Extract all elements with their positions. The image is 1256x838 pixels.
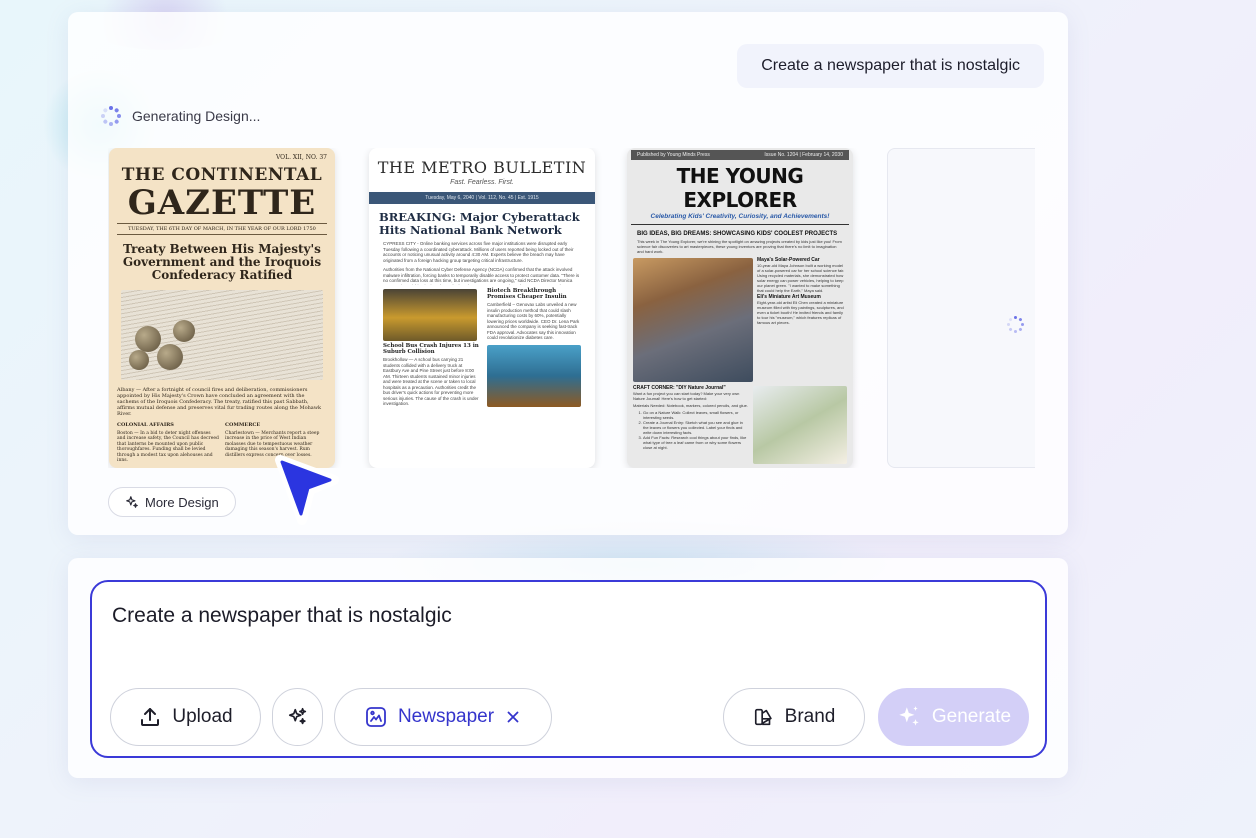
close-icon[interactable]: [504, 708, 522, 726]
prompt-bubble: Create a newspaper that is nostalgic: [737, 44, 1044, 88]
gazette-title-line1: THE CONTINENTAL: [121, 165, 323, 185]
gazette-body: Albany — After a fortnight of council fi…: [117, 387, 322, 417]
more-design-button[interactable]: More Design: [108, 487, 236, 517]
metro-story3-title: School Bus Crash Injures 13 in Suburb Co…: [383, 343, 479, 355]
metro-bus-image: [383, 289, 477, 341]
spinner-icon: [100, 105, 122, 127]
metro-vial-image: [487, 344, 581, 407]
gazette-col1-text: Boston — In a bid to deter night offense…: [117, 430, 219, 464]
more-design-label: More Design: [145, 494, 219, 510]
upload-button[interactable]: Upload: [110, 688, 261, 746]
metro-story2-title: Biotech Breakthrough Promises Cheaper In…: [487, 288, 567, 300]
magic-prompt-button[interactable]: [272, 688, 323, 746]
gazette-col1: COLONIAL AFFAIRS Boston — In a bid to det…: [117, 422, 219, 464]
design-card-gazette[interactable]: VOL. XII, NO. 37 THE CONTINENTAL GAZETTE…: [109, 148, 335, 468]
sparkle-icon: [899, 706, 919, 726]
gazette-image: [121, 290, 323, 380]
explorer-side1-text: 10-year-old Maya Johnson built a working…: [757, 263, 845, 293]
explorer-subtitle: Celebrating Kids' Creativity, Curiosity,…: [650, 213, 830, 220]
design-card-young-explorer[interactable]: Published by Young Minds Press Issue No.…: [627, 148, 853, 468]
newspaper-tag-label: Newspaper: [397, 706, 495, 727]
status-text: Generating Design...: [132, 108, 261, 124]
sparkle-icon: [126, 496, 138, 508]
metro-story2-text: Camberfield – Genovax Labs unveiled a ne…: [487, 302, 580, 340]
prompt-input[interactable]: Create a newspaper that is nostalgic: [112, 604, 452, 628]
gazette-date: TUESDAY, THE 6TH DAY OF MARCH, IN THE YE…: [117, 223, 327, 235]
explorer-craft-image: [753, 386, 847, 464]
metro-body2: Authorities from the National Cyber Defe…: [383, 267, 580, 285]
explorer-publisher: Published by Young Minds Press: [637, 152, 710, 158]
metro-dateline: Tuesday, May 6, 2040 | Vol. 112, No. 45 …: [369, 192, 595, 204]
explorer-issue: Issue No. 1204 | February 14, 2030: [764, 152, 843, 158]
generation-status: Generating Design...: [100, 105, 260, 127]
gazette-col2-title: COMMERCE: [225, 422, 261, 428]
gazette-title-line2: GAZETTE: [127, 183, 317, 223]
gazette-volume: VOL. XII, NO. 37: [275, 154, 327, 161]
upload-icon: [141, 708, 160, 726]
metro-headline: BREAKING: Major Cyberattack Hits Nationa…: [379, 210, 580, 237]
magic-wand-icon: [288, 707, 306, 725]
metro-title: THE METRO BULLETIN: [377, 158, 587, 177]
gazette-headline: Treaty Between His Majesty's Government …: [122, 242, 322, 282]
newspaper-tag-chip[interactable]: Newspaper: [334, 688, 552, 746]
prompt-input-box[interactable]: Create a newspaper that is nostalgic Upl…: [90, 580, 1047, 758]
explorer-craft-step: Add Fun Facts: Research cool things abou…: [643, 435, 749, 450]
explorer-photo: [633, 258, 753, 382]
explorer-craft-step: Create a Journal Entry: Sketch what you …: [643, 420, 749, 435]
results-panel: Create a newspaper that is nostalgic Gen…: [68, 12, 1068, 535]
metro-story3-text: Brookhollow — A school bus carrying 21 s…: [383, 357, 479, 406]
design-card-metro[interactable]: THE METRO BULLETIN Fast. Fearless. First…: [369, 148, 595, 468]
prompt-panel: Create a newspaper that is nostalgic Upl…: [68, 558, 1068, 778]
metro-body1: CYPRESS CITY - Online banking services a…: [383, 241, 574, 263]
gazette-col1-title: COLONIAL AFFAIRS: [117, 422, 174, 428]
explorer-intro: This week in The Young Explorer, we're s…: [637, 239, 842, 254]
explorer-craft-materials: Materials Needed: Notebook, markers, col…: [633, 403, 748, 408]
design-carousel: VOL. XII, NO. 37 THE CONTINENTAL GAZETTE…: [108, 148, 1035, 468]
explorer-topbar: Published by Young Minds Press Issue No.…: [631, 150, 849, 160]
explorer-craft-step: Go on a Nature Walk: Collect leaves, sma…: [643, 410, 749, 420]
brand-icon: [754, 708, 772, 726]
newspaper-icon: [366, 707, 386, 727]
explorer-side2-text: Eight-year-old artist Eli Chen created a…: [757, 300, 844, 325]
generate-label: Generate: [931, 706, 1012, 727]
explorer-title: THE YOUNG EXPLORER: [676, 164, 804, 212]
upload-label: Upload: [172, 706, 233, 727]
explorer-craft-intro: Want a fun project you can start today? …: [633, 391, 740, 401]
spinner-icon: [1005, 314, 1024, 333]
generate-button[interactable]: Generate: [878, 688, 1029, 746]
brand-label: Brand: [784, 706, 836, 727]
cursor-arrow-icon: [275, 455, 339, 525]
metro-tagline: Fast. Fearless. First.: [450, 179, 514, 186]
brand-button[interactable]: Brand: [723, 688, 865, 746]
explorer-section-title: BIG IDEAS, BIG DREAMS: SHOWCASING KIDS' …: [631, 224, 849, 237]
design-card-loading: [887, 148, 1035, 468]
